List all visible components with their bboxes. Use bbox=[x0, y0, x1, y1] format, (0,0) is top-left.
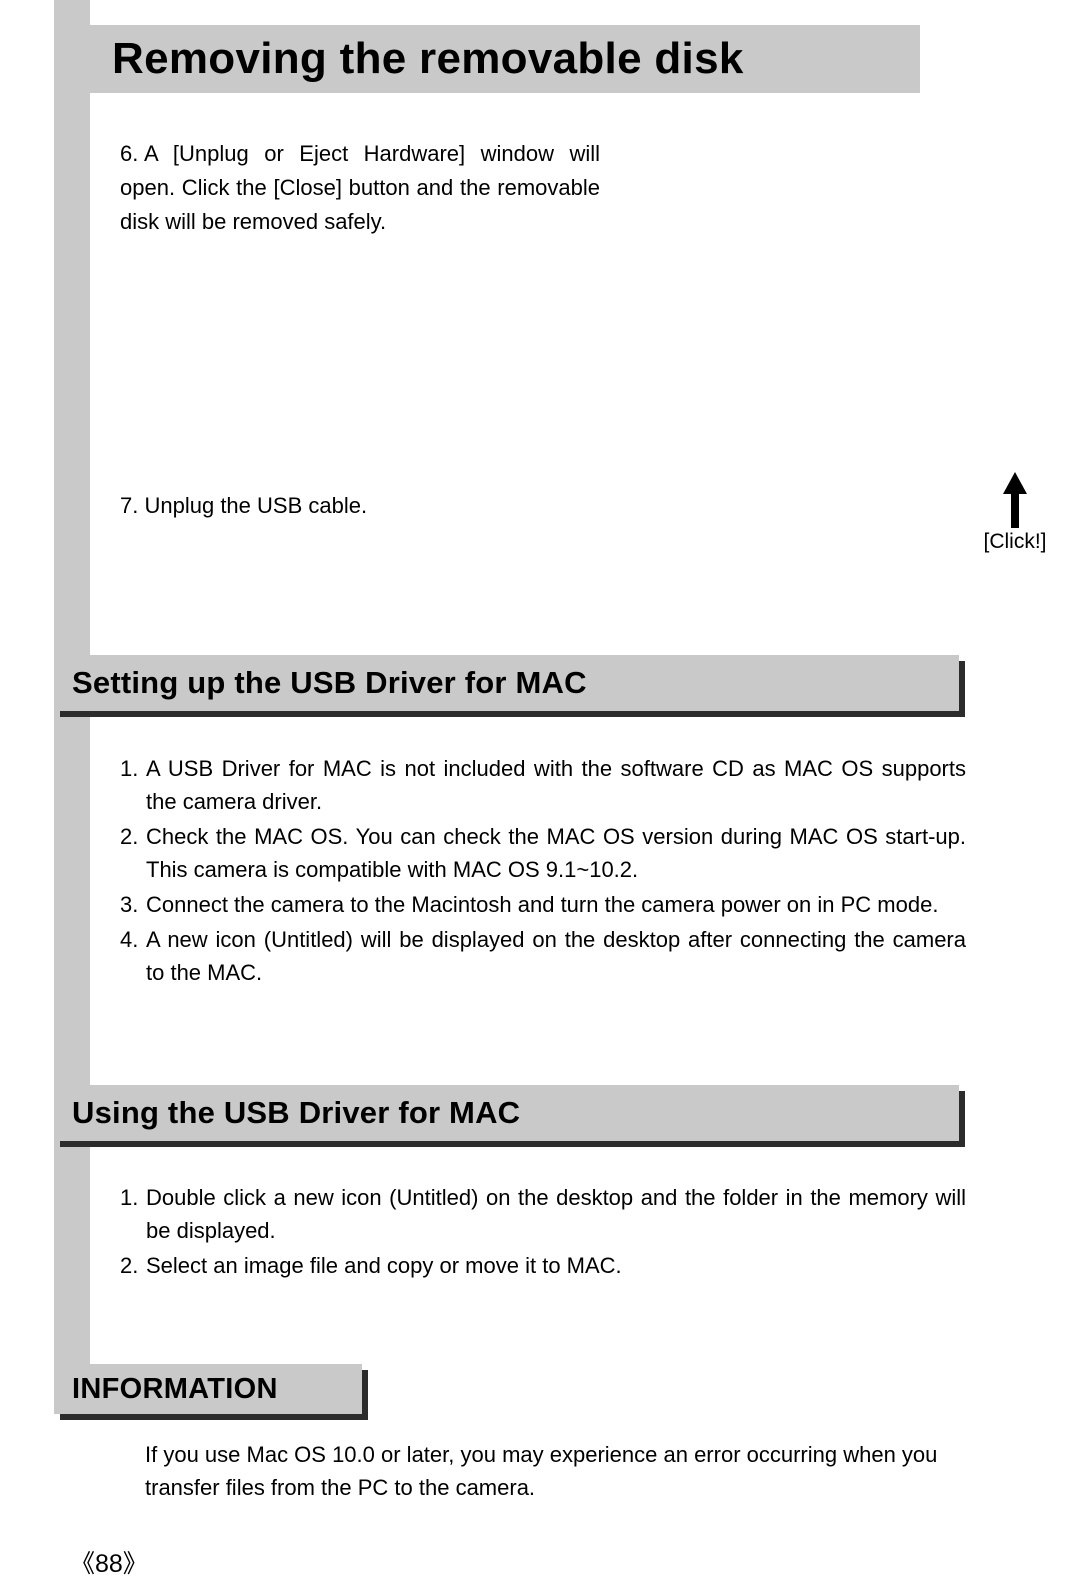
item-number: 1. bbox=[120, 752, 146, 818]
item-text: Select an image file and copy or move it… bbox=[146, 1249, 966, 1282]
page-title: Removing the removable disk bbox=[112, 34, 744, 84]
step-6: 6.A [Unplug or Eject Hardware] window wi… bbox=[120, 137, 600, 239]
information-title: INFORMATION bbox=[72, 1373, 278, 1406]
using-list: 1. Double click a new icon (Untitled) on… bbox=[120, 1181, 966, 1284]
list-item: 3. Connect the camera to the Macintosh a… bbox=[120, 888, 966, 921]
item-text: Connect the camera to the Macintosh and … bbox=[146, 888, 966, 921]
step-7: 7. Unplug the USB cable. bbox=[120, 490, 367, 522]
page-number-text: 《88》 bbox=[70, 1550, 148, 1578]
item-text: A USB Driver for MAC is not included wit… bbox=[146, 752, 966, 818]
setup-list: 1. A USB Driver for MAC is not included … bbox=[120, 752, 966, 991]
information-header: INFORMATION bbox=[54, 1364, 362, 1414]
section-header-setup: Setting up the USB Driver for MAC bbox=[54, 655, 959, 711]
click-arrow-block: [Click!] bbox=[980, 472, 1050, 554]
section-header-using: Using the USB Driver for MAC bbox=[54, 1085, 959, 1141]
click-label: [Click!] bbox=[980, 530, 1050, 554]
list-item: 4. A new icon (Untitled) will be display… bbox=[120, 923, 966, 989]
step-text: Unplug the USB cable. bbox=[144, 493, 367, 518]
arrow-up-icon bbox=[1001, 472, 1029, 528]
header-bar: INFORMATION bbox=[54, 1364, 362, 1414]
item-number: 1. bbox=[120, 1181, 146, 1247]
page-number: 《88》 bbox=[70, 1544, 148, 1580]
list-item: 2. Check the MAC OS. You can check the M… bbox=[120, 820, 966, 886]
item-number: 2. bbox=[120, 820, 146, 886]
item-number: 2. bbox=[120, 1249, 146, 1282]
item-number: 4. bbox=[120, 923, 146, 989]
step-number: 7. bbox=[120, 493, 138, 518]
section-title: Using the USB Driver for MAC bbox=[72, 1095, 520, 1131]
manual-page: Removing the removable disk 6.A [Unplug … bbox=[0, 0, 1080, 1585]
item-text: A new icon (Untitled) will be displayed … bbox=[146, 923, 966, 989]
section-title: Setting up the USB Driver for MAC bbox=[72, 665, 587, 701]
item-text: Double click a new icon (Untitled) on th… bbox=[146, 1181, 966, 1247]
item-text: Check the MAC OS. You can check the MAC … bbox=[146, 820, 966, 886]
header-bar: Using the USB Driver for MAC bbox=[54, 1085, 959, 1141]
item-number: 3. bbox=[120, 888, 146, 921]
list-item: 2. Select an image file and copy or move… bbox=[120, 1249, 966, 1282]
information-body: If you use Mac OS 10.0 or later, you may… bbox=[145, 1438, 965, 1504]
list-item: 1. Double click a new icon (Untitled) on… bbox=[120, 1181, 966, 1247]
step-text: A [Unplug or Eject Hardware] window will… bbox=[120, 141, 600, 234]
step-number: 6. bbox=[120, 137, 144, 171]
page-title-bar: Removing the removable disk bbox=[54, 25, 920, 93]
header-bar: Setting up the USB Driver for MAC bbox=[54, 655, 959, 711]
list-item: 1. A USB Driver for MAC is not included … bbox=[120, 752, 966, 818]
